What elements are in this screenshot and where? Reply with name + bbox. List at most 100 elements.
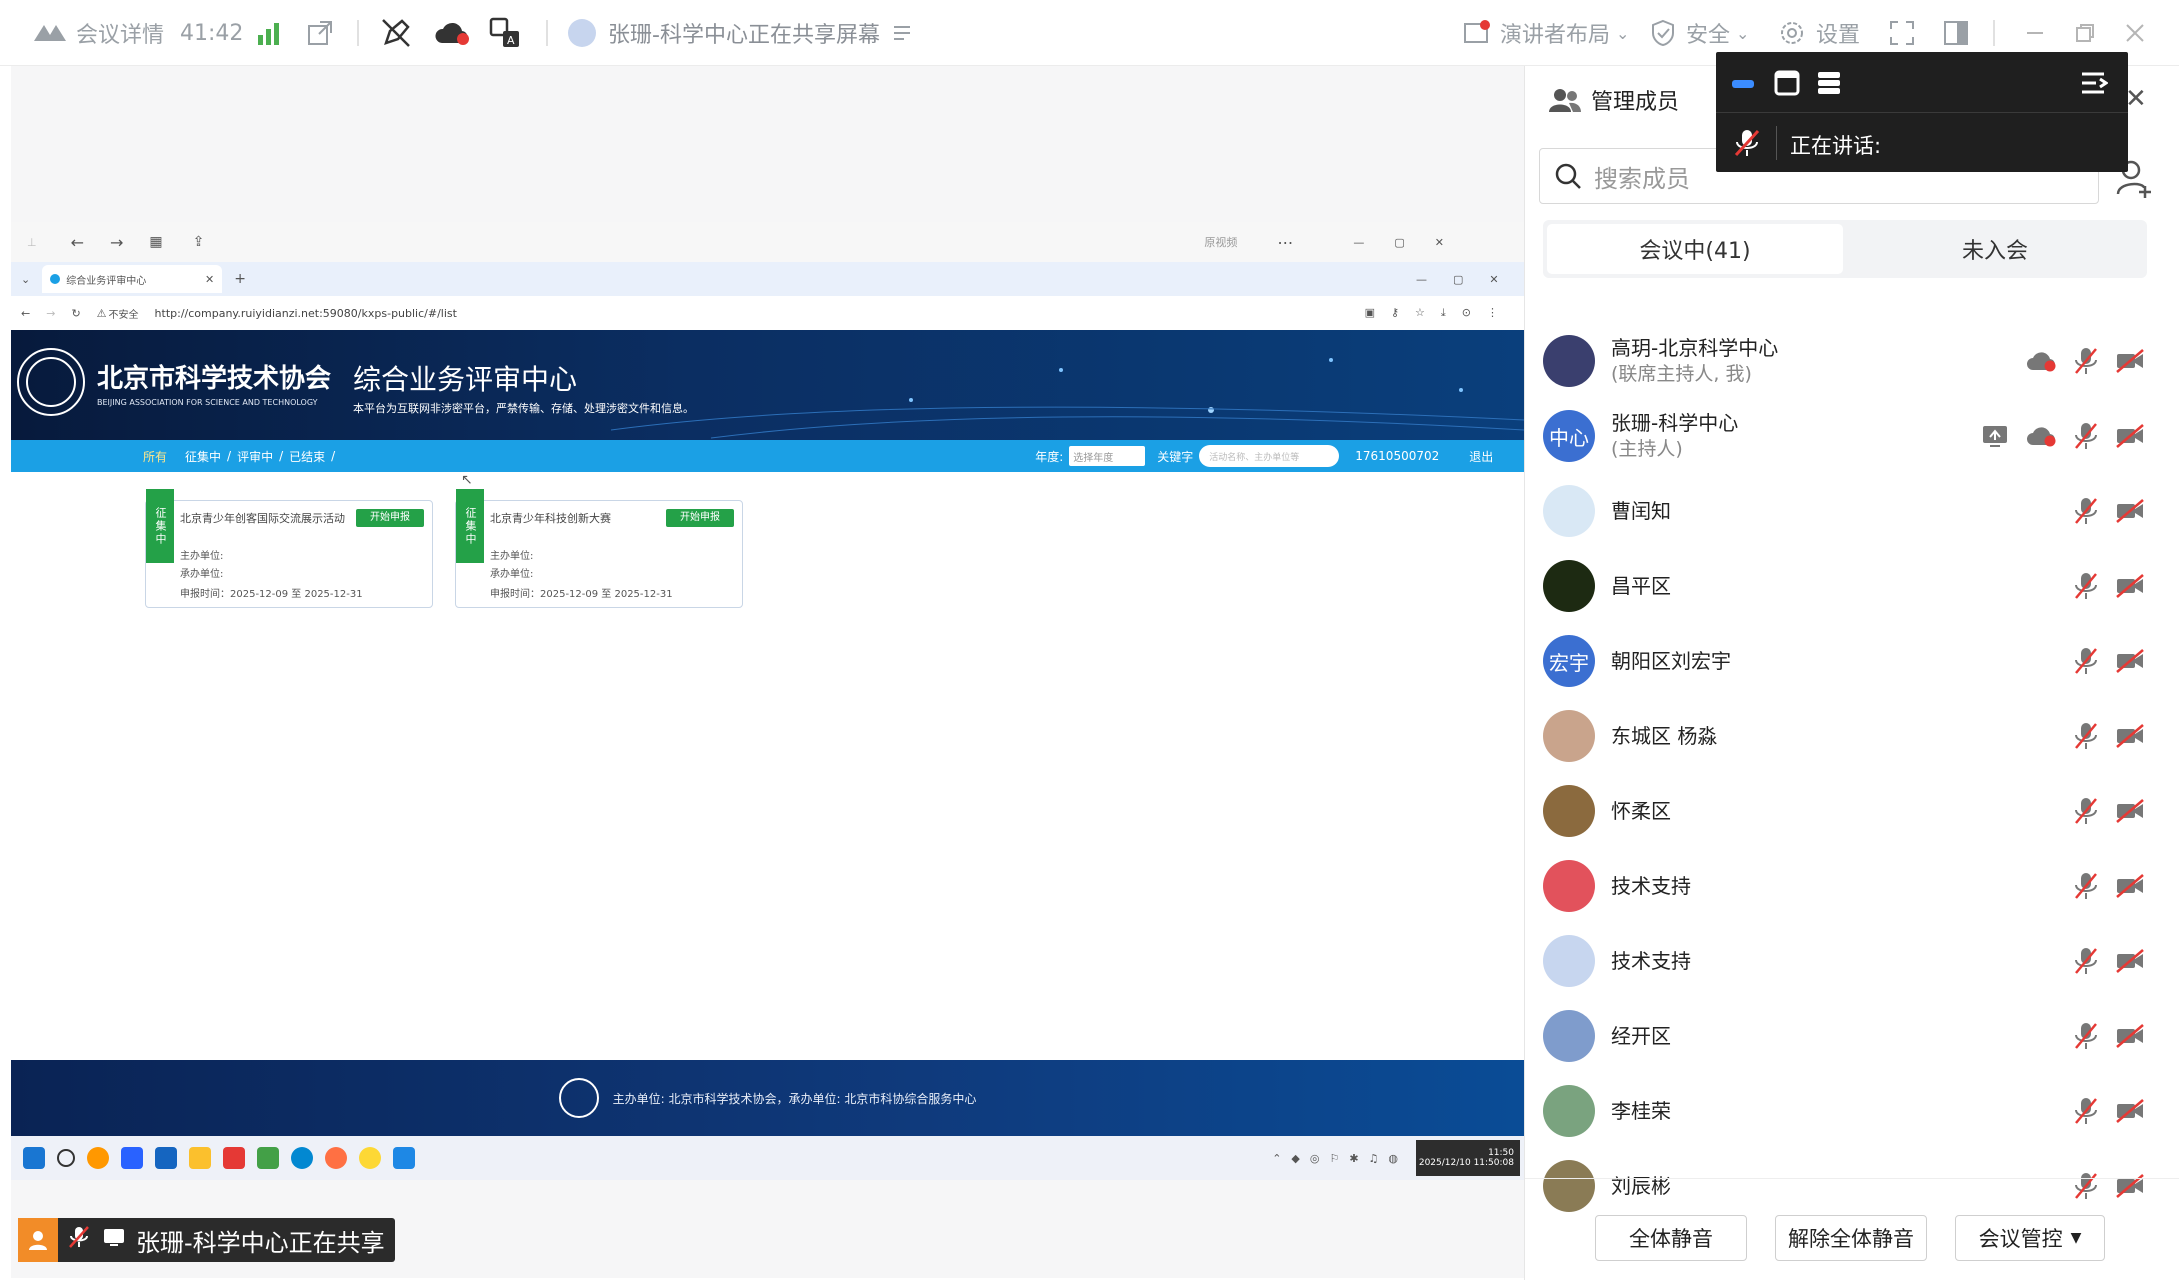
nav-item-reviewing[interactable]: 评审中	[237, 448, 273, 465]
annotation-off-icon[interactable]	[380, 0, 412, 66]
viewer-close-icon[interactable]: ✕	[1435, 236, 1444, 249]
nav-item-all[interactable]: 所有	[143, 448, 167, 465]
app-icon[interactable]	[155, 1147, 177, 1169]
mic-muted-icon[interactable]	[2073, 721, 2099, 751]
collapse-menu-icon[interactable]	[2080, 70, 2108, 96]
tab-list-icon[interactable]: ⌄	[21, 273, 30, 286]
meeting-details-button[interactable]: 会议详情	[32, 0, 164, 66]
browser-tab[interactable]: 综合业务评审中心 ✕	[42, 265, 223, 293]
wps-icon[interactable]	[223, 1147, 245, 1169]
member-row[interactable]: 东城区 杨淼	[1543, 699, 2163, 773]
speaker-widget[interactable]: 正在讲话:	[1716, 52, 2128, 172]
system-tray-icons[interactable]: ⌃◆◎⚐✱♫◍	[1272, 1152, 1408, 1165]
member-row[interactable]: 宏宇 朝阳区刘宏宇	[1543, 624, 2163, 698]
camera-off-icon[interactable]	[2115, 348, 2145, 374]
mic-muted-icon[interactable]	[2073, 496, 2099, 526]
member-row[interactable]: 经开区	[1543, 999, 2163, 1073]
pin-icon[interactable]: ⊥	[27, 236, 37, 249]
browser-minimize-icon[interactable]: —	[1416, 273, 1427, 286]
member-row[interactable]: 怀柔区	[1543, 774, 2163, 848]
apply-button[interactable]: 开始申报	[356, 509, 424, 527]
member-row[interactable]: 昌平区	[1543, 549, 2163, 623]
more-icon[interactable]: ⋯	[1277, 233, 1293, 252]
camera-off-icon[interactable]	[2115, 498, 2145, 524]
member-row[interactable]: 技术支持	[1543, 924, 2163, 998]
windows-start-icon[interactable]	[23, 1147, 45, 1169]
mic-muted-icon[interactable]	[2073, 646, 2099, 676]
mic-muted-icon[interactable]	[2073, 946, 2099, 976]
presenter-layout-button[interactable]: 演讲者布局 ⌄	[1462, 0, 1629, 66]
tab-in-meeting[interactable]: 会议中(41)	[1547, 224, 1843, 274]
new-tab-icon[interactable]: +	[234, 271, 246, 287]
viewer-original-video[interactable]: 原视频	[1204, 234, 1237, 250]
mute-all-button[interactable]: 全体静音	[1595, 1215, 1747, 1261]
sharing-indicator[interactable]: 张珊-科学中心正在共享	[18, 1218, 395, 1262]
year-select[interactable]: 选择年度	[1069, 446, 1146, 466]
grid-icon[interactable]: ▦	[149, 234, 162, 250]
forward-icon[interactable]: →	[110, 233, 123, 252]
translate-icon[interactable]: A	[488, 0, 522, 66]
wechat-icon[interactable]	[257, 1147, 279, 1169]
cloud-record-icon[interactable]	[434, 0, 470, 66]
camera-off-icon[interactable]	[2115, 423, 2145, 449]
member-row[interactable]: 曹闰知	[1543, 474, 2163, 548]
nav-item-ended[interactable]: 已结束	[289, 448, 325, 465]
tab-close-icon[interactable]: ✕	[205, 273, 214, 286]
member-row[interactable]: 李桂荣	[1543, 1074, 2163, 1148]
share-export-icon[interactable]: ⇪	[193, 234, 205, 250]
camera-off-icon[interactable]	[2115, 948, 2145, 974]
taskbar-clock[interactable]: 11:50 2025/12/10 11:50:08	[1416, 1140, 1520, 1176]
browser-extension-icons[interactable]: ▣⚷☆⤓⊙⋮	[1365, 306, 1514, 320]
apply-button[interactable]: 开始申报	[666, 509, 734, 527]
meeting-control-button[interactable]: 会议管控 ▼	[1955, 1215, 2105, 1261]
sharing-status[interactable]: 张珊-科学中心正在共享屏幕	[568, 0, 912, 66]
meeting-app-icon[interactable]	[393, 1147, 415, 1169]
camera-off-icon[interactable]	[2115, 1098, 2145, 1124]
member-row[interactable]: 中心 张珊-科学中心 (主持人)	[1543, 399, 2163, 473]
browser-restore-icon[interactable]: ▢	[1453, 273, 1463, 286]
mic-muted-icon[interactable]	[2073, 571, 2099, 601]
camera-off-icon[interactable]	[2115, 1023, 2145, 1049]
app-icon[interactable]	[121, 1147, 143, 1169]
browser-app-icon[interactable]	[87, 1147, 109, 1169]
tab-not-joined[interactable]: 未入会	[1847, 224, 2143, 274]
keyword-search-input[interactable]: 活动名称、主办单位等	[1199, 445, 1340, 467]
popout-icon[interactable]	[306, 0, 334, 66]
member-row[interactable]: 技术支持	[1543, 849, 2163, 923]
mic-muted-icon[interactable]	[2073, 871, 2099, 901]
activity-card[interactable]: 征集中 北京青少年创客国际交流展示活动 开始申报 主办单位: 承办单位: 申报时…	[145, 489, 433, 608]
address-bar-url[interactable]: http://company.ruiyidianzi.net:59080/kxp…	[155, 307, 457, 320]
list-view-icon[interactable]	[1816, 70, 1842, 96]
edge-icon[interactable]	[291, 1147, 313, 1169]
search-icon[interactable]	[57, 1149, 75, 1167]
firefox-icon[interactable]	[325, 1147, 347, 1169]
activity-card[interactable]: 征集中 北京青少年科技创新大赛 开始申报 主办单位: 承办单位: 申报时间：20…	[455, 489, 743, 608]
close-icon[interactable]: ✕	[2125, 84, 2147, 114]
camera-off-icon[interactable]	[2115, 798, 2145, 824]
mic-muted-icon[interactable]	[2073, 1096, 2099, 1126]
member-row[interactable]: 高玥-北京科学中心 (联席主持人, 我)	[1543, 324, 2163, 398]
browser-close-icon[interactable]: ✕	[1489, 273, 1498, 286]
nav-item-collecting[interactable]: 征集中	[185, 448, 221, 465]
mic-muted-icon[interactable]	[2073, 421, 2099, 451]
unmute-all-button[interactable]: 解除全体静音	[1775, 1215, 1927, 1261]
nav-forward-icon[interactable]: →	[46, 307, 55, 320]
minimize-icon[interactable]	[1732, 80, 1754, 88]
camera-off-icon[interactable]	[2115, 723, 2145, 749]
folder-icon[interactable]	[189, 1147, 211, 1169]
back-icon[interactable]: ←	[71, 233, 84, 252]
camera-off-icon[interactable]	[2115, 648, 2145, 674]
window-icon[interactable]	[1774, 70, 1800, 96]
mic-muted-icon[interactable]	[2073, 346, 2099, 376]
camera-off-icon[interactable]	[2115, 873, 2145, 899]
mic-muted-icon[interactable]	[2073, 1021, 2099, 1051]
viewer-minimize-icon[interactable]: —	[1353, 236, 1364, 249]
nav-back-icon[interactable]: ←	[21, 307, 30, 320]
network-signal-icon[interactable]	[256, 0, 282, 66]
mic-muted-icon[interactable]	[2073, 796, 2099, 826]
logout-link[interactable]: 退出	[1469, 448, 1493, 465]
chrome-icon[interactable]	[359, 1147, 381, 1169]
viewer-restore-icon[interactable]: ▢	[1394, 236, 1404, 249]
camera-off-icon[interactable]	[2115, 573, 2145, 599]
reload-icon[interactable]: ↻	[71, 307, 80, 320]
